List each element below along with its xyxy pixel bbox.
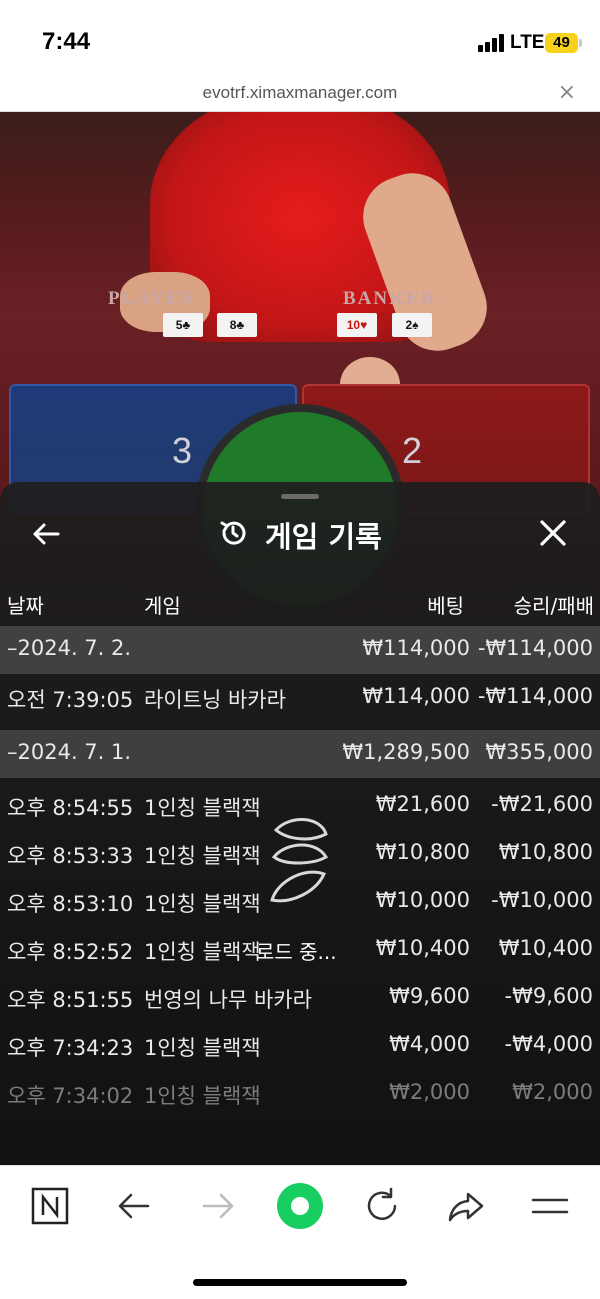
row-date: –2024. 7. 2. (7, 636, 132, 660)
row-date: –2024. 7. 1. (7, 740, 132, 764)
player-card-1: 5♣ (163, 313, 203, 337)
reload-icon[interactable] (362, 1186, 402, 1226)
banker-label: BANKER (343, 288, 437, 309)
row-bet: ₩4,000 (389, 1032, 470, 1056)
back-arrow-icon[interactable] (114, 1186, 154, 1226)
player-card-2: 8♣ (217, 313, 257, 337)
row-result: -₩10,000 (491, 888, 593, 912)
row-time: 오후 7:34:23 (7, 1036, 134, 1060)
row-bet: ₩114,000 (362, 636, 470, 660)
row-result: ₩10,800 (498, 840, 593, 864)
forward-arrow-icon[interactable] (198, 1186, 238, 1226)
share-icon[interactable] (446, 1186, 486, 1226)
row-game: 1인칭 블랙잭 (144, 1036, 261, 1060)
column-bet: 베팅 (427, 594, 464, 618)
row-time: 오후 7:34:02 (7, 1084, 134, 1108)
banker-card-1: 10♥ (337, 313, 377, 337)
banker-score: 2 (402, 430, 423, 471)
table-row[interactable]: 오후 7:34:23 1인칭 블랙잭 ₩4,000 -₩4,000 (0, 1022, 600, 1070)
row-game: 1인칭 블랙잭 (144, 1084, 261, 1108)
table-header: 날짜 게임 베팅 승리/패배 (0, 582, 600, 626)
naver-n-icon[interactable] (30, 1186, 70, 1226)
row-result: -₩4,000 (504, 1032, 593, 1056)
table-row[interactable]: 오후 7:34:02 1인칭 블랙잭 ₩2,000 ₩2,000 (0, 1070, 600, 1118)
history-icon (220, 521, 246, 545)
row-bet: ₩21,600 (375, 792, 470, 816)
player-label: PLAYER (108, 288, 197, 309)
row-bet: ₩10,800 (375, 840, 470, 864)
status-time: 7:44 (42, 28, 91, 55)
row-result: -₩9,600 (504, 984, 593, 1008)
row-game: 번영의 나무 바카라 (144, 988, 312, 1012)
row-result: ₩10,400 (498, 936, 593, 960)
row-result: -₩114,000 (477, 636, 593, 660)
row-game: 1인칭 블랙잭 (144, 796, 261, 820)
row-result: ₩2,000 (512, 1080, 593, 1104)
row-time: 오전 7:39:05 (7, 688, 134, 712)
row-time: 오후 8:53:10 (7, 892, 134, 916)
loading-text: 로드 중... (256, 940, 337, 964)
date-group-row[interactable]: –2024. 7. 2. ₩114,000 -₩114,000 (0, 626, 600, 674)
row-game: 1인칭 블랙잭 (144, 892, 261, 916)
panel-title: 게임 기록 (265, 520, 382, 554)
row-bet: ₩2,000 (389, 1080, 470, 1104)
signal-icon (478, 34, 506, 52)
url-bar[interactable]: evotrf.ximaxmanager.com × (0, 80, 600, 112)
loading-spinner-icon (270, 817, 329, 903)
row-game: 1인칭 블랙잭 (144, 844, 261, 868)
battery-icon: 49 (545, 33, 578, 53)
row-bet: ₩10,000 (375, 888, 470, 912)
battery-nub (579, 39, 582, 47)
url-text[interactable]: evotrf.ximaxmanager.com (0, 83, 600, 103)
column-win-loss: 승리/패배 (513, 594, 594, 618)
menu-icon[interactable] (530, 1186, 570, 1226)
close-icon[interactable]: × (558, 80, 576, 105)
banker-card-2: 2♠ (392, 313, 432, 337)
row-time: 오후 8:53:33 (7, 844, 134, 868)
column-date: 날짜 (7, 594, 44, 618)
status-bar: 7:44 LTE 49 (0, 0, 600, 80)
row-time: 오후 8:51:55 (7, 988, 134, 1012)
back-arrow-icon[interactable] (30, 518, 62, 550)
table-row[interactable]: 오전 7:39:05 라이트닝 바카라 ₩114,000 -₩114,000 (0, 674, 600, 722)
row-time: 오후 8:54:55 (7, 796, 134, 820)
row-bet: ₩114,000 (362, 684, 470, 708)
row-result: ₩355,000 (485, 740, 593, 764)
row-bet: ₩9,600 (389, 984, 470, 1008)
game-history-panel: 게임 기록 날짜 게임 베팅 승리/패배 –2024. 7. 2. ₩114,0… (0, 482, 600, 1165)
row-game: 라이트닝 바카라 (144, 688, 286, 712)
table-row[interactable]: 오후 8:51:55 번영의 나무 바카라 ₩9,600 -₩9,600 (0, 974, 600, 1022)
drag-handle[interactable] (281, 494, 319, 499)
home-indicator[interactable] (193, 1279, 407, 1286)
row-game: 1인칭 블랙잭 (144, 940, 261, 964)
row-result: -₩114,000 (477, 684, 593, 708)
player-score: 3 (172, 430, 193, 471)
row-bet: ₩10,400 (375, 936, 470, 960)
column-game: 게임 (144, 594, 181, 618)
browser-toolbar (0, 1165, 600, 1299)
row-result: -₩21,600 (491, 792, 593, 816)
network-label: LTE (510, 32, 545, 53)
green-dot-icon[interactable] (276, 1182, 324, 1230)
row-time: 오후 8:52:52 (7, 940, 134, 964)
row-bet: ₩1,289,500 (342, 740, 470, 764)
date-group-row[interactable]: –2024. 7. 1. ₩1,289,500 ₩355,000 (0, 730, 600, 778)
close-icon[interactable] (538, 518, 568, 548)
